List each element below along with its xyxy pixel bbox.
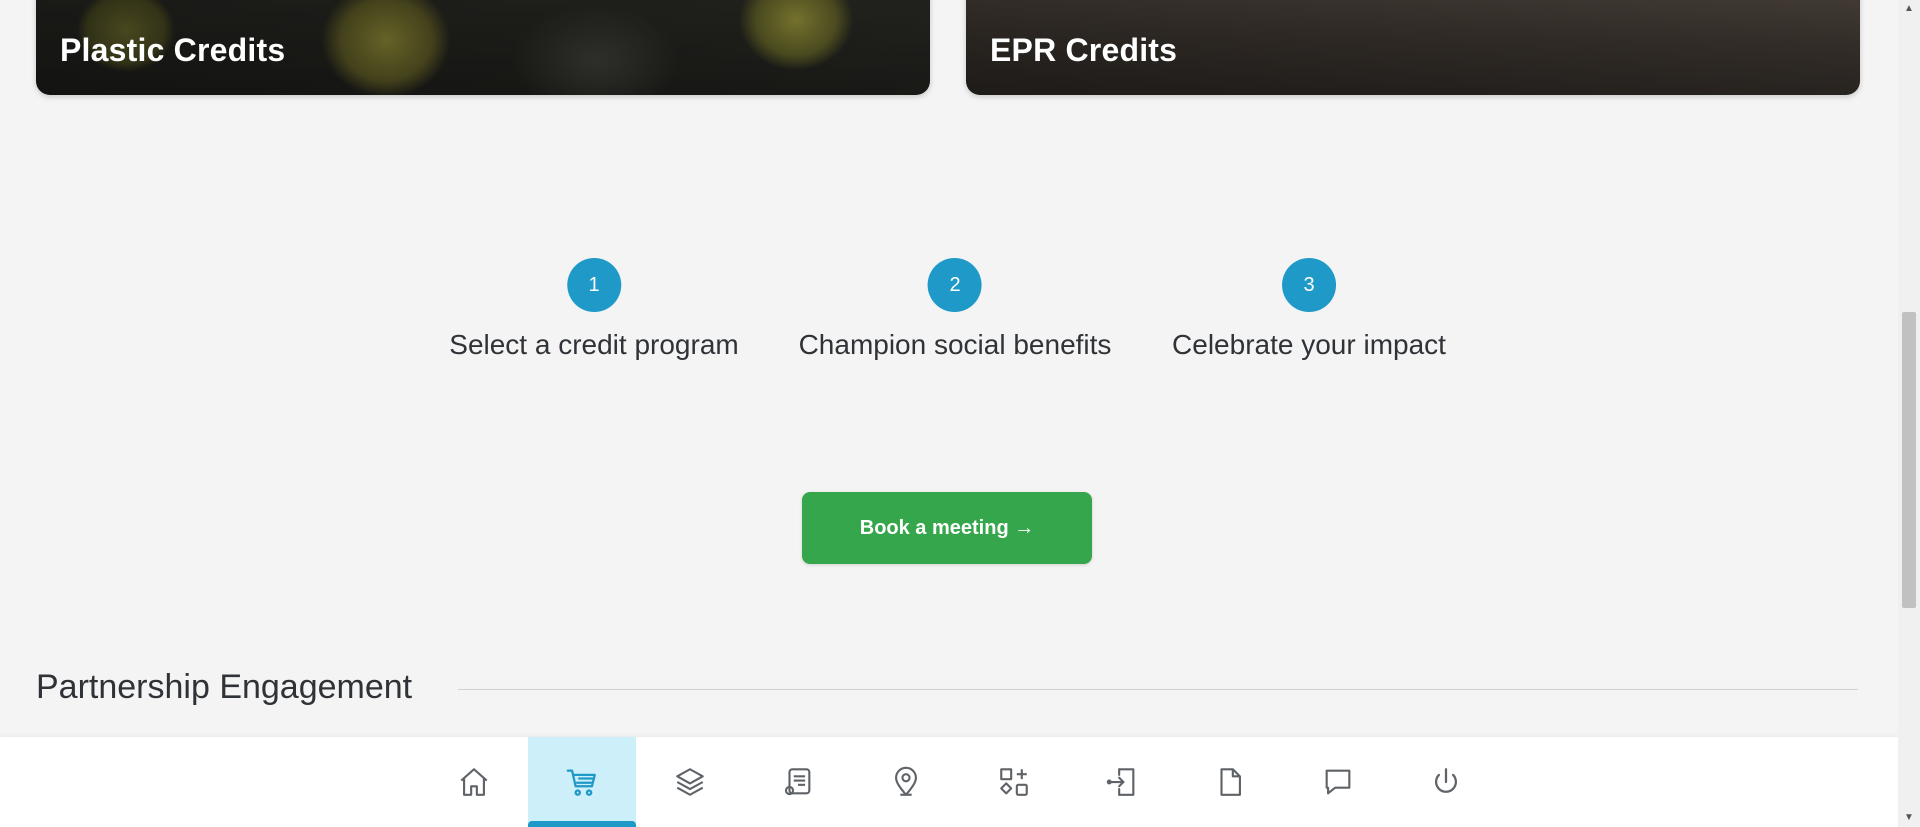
login-icon	[1106, 768, 1135, 796]
section-title: Partnership Engagement	[36, 668, 413, 706]
nav-login[interactable]	[1068, 737, 1176, 827]
bottom-nav	[0, 737, 1898, 827]
nav-documents[interactable]	[1176, 737, 1284, 827]
certificate-icon	[784, 768, 811, 796]
step-label: Select a credit program	[449, 329, 739, 360]
home-icon	[460, 768, 488, 796]
scroll-up-arrow-icon[interactable]: ▲	[1898, 0, 1920, 18]
epr-credits-card[interactable]: EPR Credits	[966, 0, 1860, 95]
nav-home[interactable]	[420, 737, 528, 827]
section-divider	[458, 689, 1858, 690]
map-pin-icon	[895, 766, 917, 796]
card-title: EPR Credits	[990, 32, 1178, 68]
nav-categories[interactable]	[960, 737, 1068, 827]
page: Plastic Credits EPR Credits 1 Select a c…	[0, 0, 1898, 827]
card-title: Plastic Credits	[60, 32, 286, 68]
step-label: Celebrate your impact	[1172, 329, 1446, 360]
step-number-badge: 3	[1282, 258, 1336, 312]
shapes-icon	[1000, 768, 1028, 796]
nav-logout[interactable]	[1392, 737, 1500, 827]
scroll-down-arrow-icon[interactable]: ▼	[1898, 809, 1920, 827]
nav-cart[interactable]	[528, 737, 636, 827]
step-3: 3 Celebrate your impact	[1172, 258, 1446, 361]
layers-icon	[676, 768, 704, 796]
cart-icon	[566, 769, 596, 796]
step-1: 1 Select a credit program	[449, 258, 739, 361]
step-number-badge: 1	[567, 258, 621, 312]
nav-certificates[interactable]	[744, 737, 852, 827]
step-2: 2 Champion social benefits	[798, 258, 1112, 361]
nav-layers[interactable]	[636, 737, 744, 827]
step-number-badge: 2	[928, 258, 982, 312]
document-icon	[1220, 768, 1241, 796]
vertical-scrollbar[interactable]: ▲ ▼	[1898, 0, 1920, 827]
scrollbar-thumb[interactable]	[1902, 312, 1916, 608]
plastic-credits-card[interactable]: Plastic Credits	[36, 0, 930, 95]
power-icon	[1434, 768, 1458, 793]
book-meeting-button[interactable]: Book a meeting →	[802, 492, 1092, 564]
nav-messages[interactable]	[1284, 737, 1392, 827]
step-label: Champion social benefits	[798, 329, 1112, 360]
nav-locations[interactable]	[852, 737, 960, 827]
chat-icon	[1325, 769, 1351, 795]
